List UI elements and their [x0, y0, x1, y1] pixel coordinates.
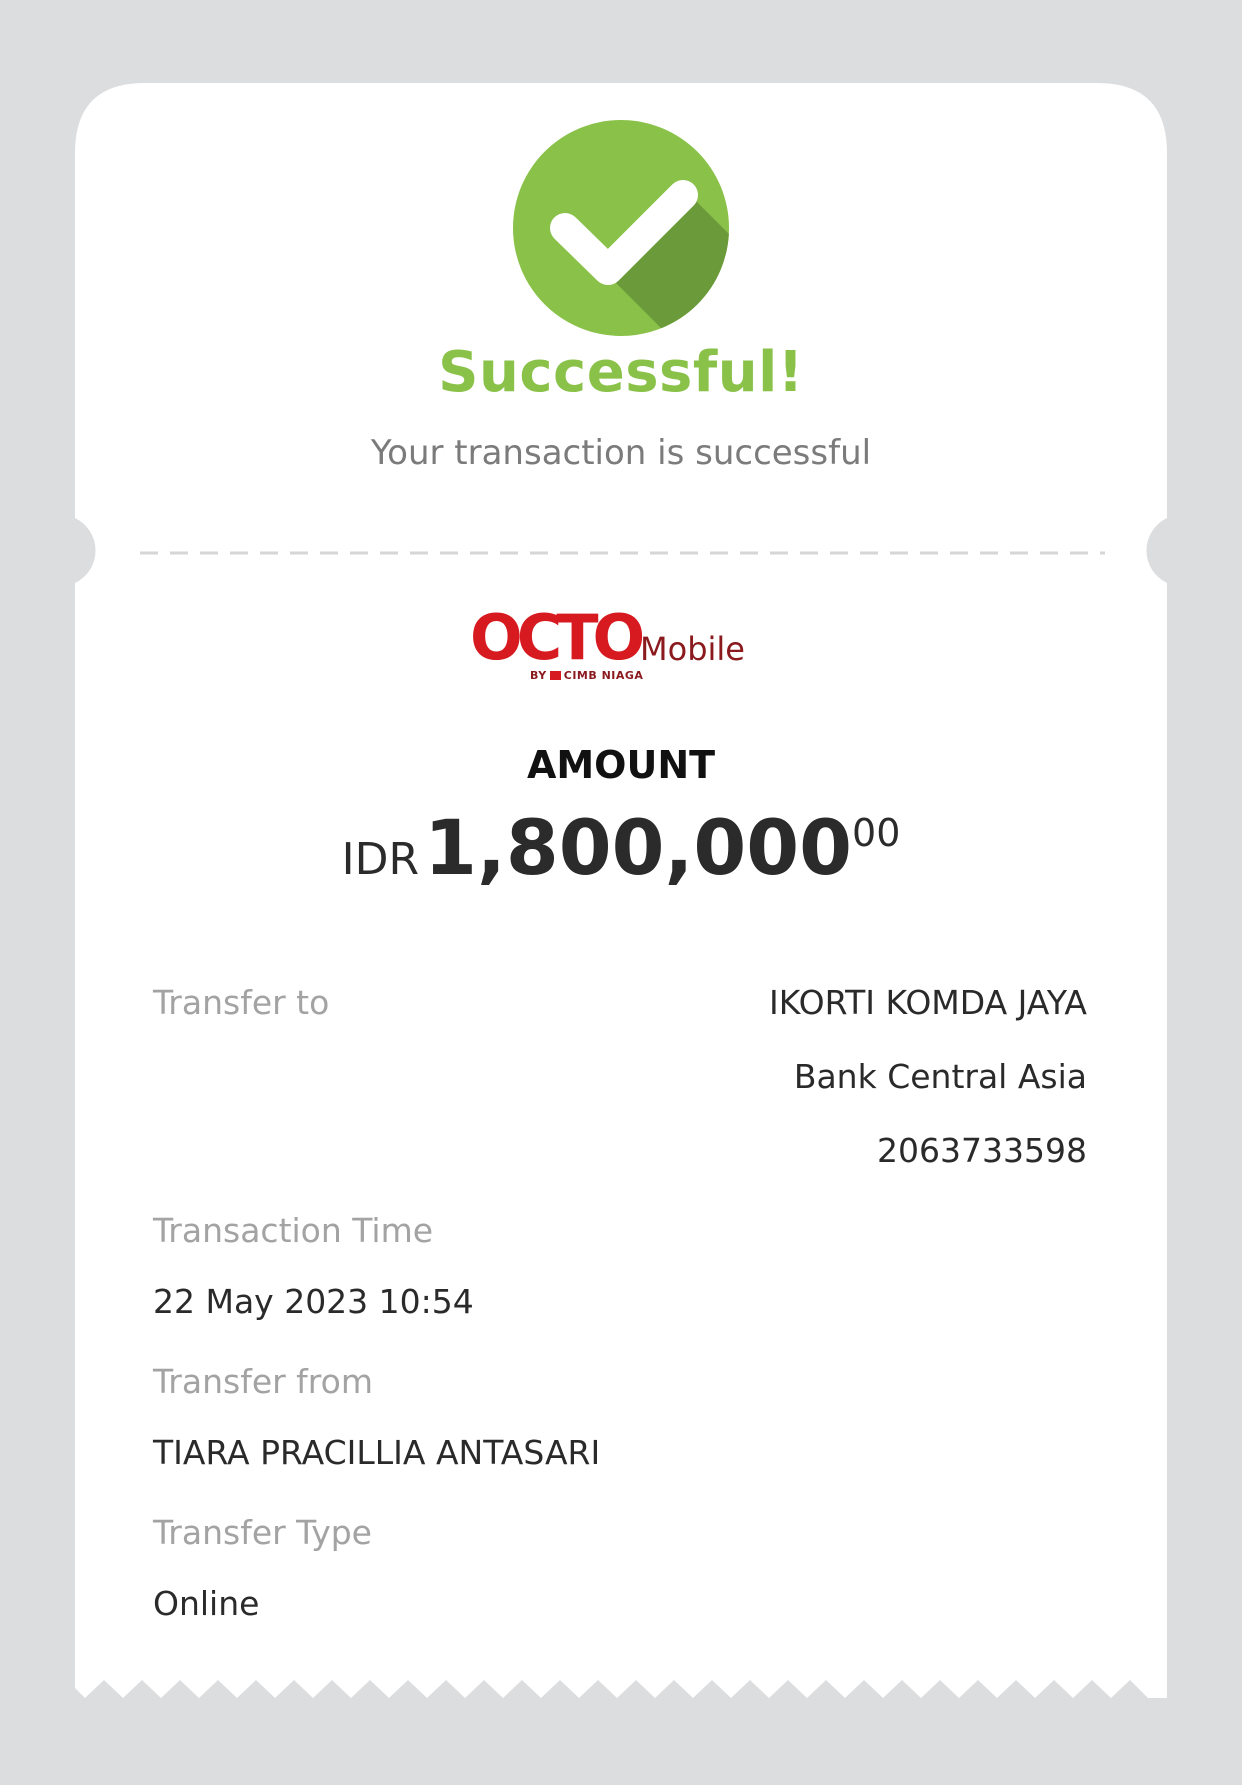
success-title: Successful!	[438, 340, 804, 405]
transfer-to-name: IKORTI KOMDA JAYA	[769, 983, 1087, 1022]
transfer-to-label: Transfer to	[153, 983, 330, 1022]
transaction-time-value: 22 May 2023 10:54	[153, 1282, 474, 1321]
amount-label: AMOUNT	[526, 743, 716, 787]
amount-number: 1,800,000	[424, 803, 853, 892]
octo-mobile-logo: OCTO Mobile BY CIMB NIAGA	[470, 603, 770, 689]
transfer-to-account: 2063733598	[877, 1131, 1087, 1170]
transfer-from-value: TIARA PRACILLIA ANTASARI	[153, 1433, 601, 1472]
transfer-from-label: Transfer from	[153, 1362, 373, 1401]
checkmark-success-icon	[513, 120, 729, 336]
logo-brand: OCTO	[470, 601, 645, 674]
transfer-type-value: Online	[153, 1584, 260, 1623]
transaction-time-label: Transaction Time	[153, 1211, 434, 1250]
amount-value: IDR 1,800,00000	[75, 803, 1167, 892]
logo-byline: BY CIMB NIAGA	[530, 669, 644, 682]
amount-decimals: 00	[852, 811, 901, 855]
transfer-type-label: Transfer Type	[153, 1513, 372, 1552]
amount-currency: IDR	[341, 834, 420, 885]
receipt-card: Successful! Your transaction is successf…	[75, 83, 1167, 1728]
cimb-flag-icon	[549, 671, 561, 680]
transfer-to-bank: Bank Central Asia	[793, 1057, 1087, 1096]
success-subtitle: Your transaction is successful	[370, 433, 872, 473]
logo-product: Mobile	[640, 630, 745, 668]
